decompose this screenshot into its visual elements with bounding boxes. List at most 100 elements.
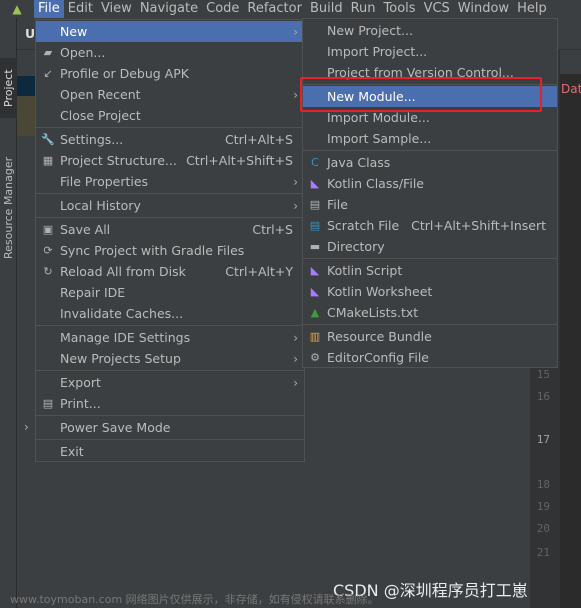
menu-item-label: New Project... xyxy=(327,23,413,38)
menu-item-java-class[interactable]: C Java Class xyxy=(303,152,557,173)
menu-item-label: Invalidate Caches... xyxy=(60,306,184,321)
menu-item-sync-project-with-gradle-files[interactable]: ⟳ Sync Project with Gradle Files xyxy=(36,240,304,261)
menu-item-new-project[interactable]: New Project... xyxy=(303,20,557,41)
menu-item-label: CMakeLists.txt xyxy=(327,305,419,320)
menu-item-open-recent[interactable]: Open Recent › xyxy=(36,84,304,105)
menu-item-label: Kotlin Class/File xyxy=(327,176,424,191)
wrench-icon: 🔧 xyxy=(41,133,55,146)
menu-separator xyxy=(36,370,304,371)
kotlin-script-icon: ◣ xyxy=(310,264,320,277)
menu-item-scratch-file[interactable]: ▤ Scratch File Ctrl+Alt+Shift+Insert xyxy=(303,215,557,236)
menu-refactor[interactable]: Refactor xyxy=(243,0,306,18)
line-number: 21 xyxy=(536,546,550,559)
kotlin-worksheet-icon: ◣ xyxy=(310,285,320,298)
file-menu: New › ▰ Open... ↙ Profile or Debug APK Open Re… xyxy=(35,19,305,462)
menu-item-label: Print... xyxy=(60,396,101,411)
menu-item-label: Export xyxy=(60,375,101,390)
menu-edit[interactable]: Edit xyxy=(64,0,97,18)
menu-item-label: Import Project... xyxy=(327,44,428,59)
gear-icon: ⚙ xyxy=(310,351,320,364)
menu-item-label: Profile or Debug APK xyxy=(60,66,189,81)
menu-item-local-history[interactable]: Local History › xyxy=(36,195,304,216)
menu-item-invalidate-caches[interactable]: Invalidate Caches... xyxy=(36,303,304,324)
menu-file[interactable]: File xyxy=(34,0,64,18)
menu-item-reload-all-from-disk[interactable]: ↻ Reload All from Disk Ctrl+Alt+Y xyxy=(36,261,304,282)
menu-item-new-projects-setup[interactable]: New Projects Setup › xyxy=(36,348,304,369)
menu-item-label: File xyxy=(327,197,348,212)
menu-separator xyxy=(36,217,304,218)
menu-item-label: Import Sample... xyxy=(327,131,432,146)
menu-item-label: Local History xyxy=(60,198,141,213)
menu-item-label: Kotlin Worksheet xyxy=(327,284,433,299)
menu-tools[interactable]: Tools xyxy=(380,0,420,18)
chevron-right-icon[interactable]: › xyxy=(24,420,29,434)
shortcut-label: Ctrl+Alt+S xyxy=(224,132,293,147)
menu-item-project-structure[interactable]: ▦ Project Structure... Ctrl+Alt+Shift+S xyxy=(36,150,304,171)
menu-item-label: Save All xyxy=(60,222,111,237)
menu-bar: ▲ File Edit View Navigate Code Refactor Build R… xyxy=(0,0,581,18)
project-tool-tab[interactable]: Project xyxy=(0,58,17,118)
menu-item-cmakelists-txt[interactable]: ▲ CMakeLists.txt xyxy=(303,302,557,323)
menu-code[interactable]: Code xyxy=(202,0,243,18)
line-number: 18 xyxy=(536,478,550,491)
menu-item-file[interactable]: ▤ File xyxy=(303,194,557,215)
menu-item-resource-bundle[interactable]: ▥ Resource Bundle xyxy=(303,326,557,347)
menu-item-kotlin-script[interactable]: ◣ Kotlin Script xyxy=(303,260,557,281)
menu-item-label: Reload All from Disk xyxy=(60,264,186,279)
menu-item-label: New Projects Setup xyxy=(60,351,181,366)
menu-separator xyxy=(36,415,304,416)
menu-item-profile-or-debug-apk[interactable]: ↙ Profile or Debug APK xyxy=(36,63,304,84)
menu-item-exit[interactable]: Exit xyxy=(36,441,304,462)
menu-window[interactable]: Window xyxy=(454,0,513,18)
menu-separator xyxy=(36,127,304,128)
scratch-file-icon: ▤ xyxy=(309,219,321,232)
menu-view[interactable]: View xyxy=(97,0,136,18)
menu-item-directory[interactable]: ▬ Directory xyxy=(303,236,557,257)
editor-tab-fragment[interactable]: Dat xyxy=(561,82,581,96)
annotation-highlight-box xyxy=(300,77,542,112)
menu-item-file-properties[interactable]: File Properties › xyxy=(36,171,304,192)
menu-item-label: Repair IDE xyxy=(60,285,126,300)
shortcut-label: Ctrl+Alt+Shift+S xyxy=(186,153,293,168)
shortcut-label: Ctrl+Alt+Y xyxy=(225,264,293,279)
menu-help[interactable]: Help xyxy=(513,0,551,18)
editor-tab-strip: Dat xyxy=(560,50,581,96)
menu-item-repair-ide[interactable]: Repair IDE xyxy=(36,282,304,303)
profile-apk-icon: ↙ xyxy=(43,67,53,80)
menu-vcs[interactable]: VCS xyxy=(420,0,454,18)
menu-item-manage-ide-settings[interactable]: Manage IDE Settings › xyxy=(36,327,304,348)
menu-item-import-sample[interactable]: Import Sample... xyxy=(303,128,557,149)
menu-item-label: Java Class xyxy=(327,155,391,170)
line-number: 20 xyxy=(536,522,550,535)
line-number: 15 xyxy=(536,368,550,381)
chevron-right-icon: › xyxy=(293,198,298,213)
menu-item-save-all[interactable]: ▣ Save All Ctrl+S xyxy=(36,219,304,240)
menu-item-new[interactable]: New › xyxy=(36,21,304,42)
gradle-sync-icon: ⟳ xyxy=(43,244,53,257)
menu-item-label: Import Module... xyxy=(327,110,430,125)
save-icon: ▣ xyxy=(42,223,54,236)
menu-item-print[interactable]: ▤ Print... xyxy=(36,393,304,414)
project-structure-icon: ▦ xyxy=(42,154,54,167)
menu-item-power-save-mode[interactable]: Power Save Mode xyxy=(36,417,304,438)
menu-item-settings[interactable]: 🔧 Settings... Ctrl+Alt+S xyxy=(36,129,304,150)
menu-build[interactable]: Build xyxy=(306,0,347,18)
menu-separator xyxy=(36,325,304,326)
editor-area[interactable] xyxy=(560,50,581,608)
menu-item-editorconfig-file[interactable]: ⚙ EditorConfig File xyxy=(303,347,557,368)
menu-item-export[interactable]: Export › xyxy=(36,372,304,393)
menu-item-import-project[interactable]: Import Project... xyxy=(303,41,557,62)
menu-item-kotlin-worksheet[interactable]: ◣ Kotlin Worksheet xyxy=(303,281,557,302)
file-icon: ▤ xyxy=(309,198,321,211)
menu-separator xyxy=(36,193,304,194)
menu-run[interactable]: Run xyxy=(347,0,380,18)
menu-separator xyxy=(303,150,557,151)
menu-item-label: Open... xyxy=(60,45,106,60)
menu-item-kotlin-class-file[interactable]: ◣ Kotlin Class/File xyxy=(303,173,557,194)
resource-manager-tool-tab[interactable]: Resource Manager xyxy=(0,148,17,268)
shortcut-label: Ctrl+S xyxy=(252,222,293,237)
line-number: 17 xyxy=(536,433,550,446)
menu-item-close-project[interactable]: Close Project xyxy=(36,105,304,126)
menu-item-open[interactable]: ▰ Open... xyxy=(36,42,304,63)
menu-navigate[interactable]: Navigate xyxy=(136,0,202,18)
